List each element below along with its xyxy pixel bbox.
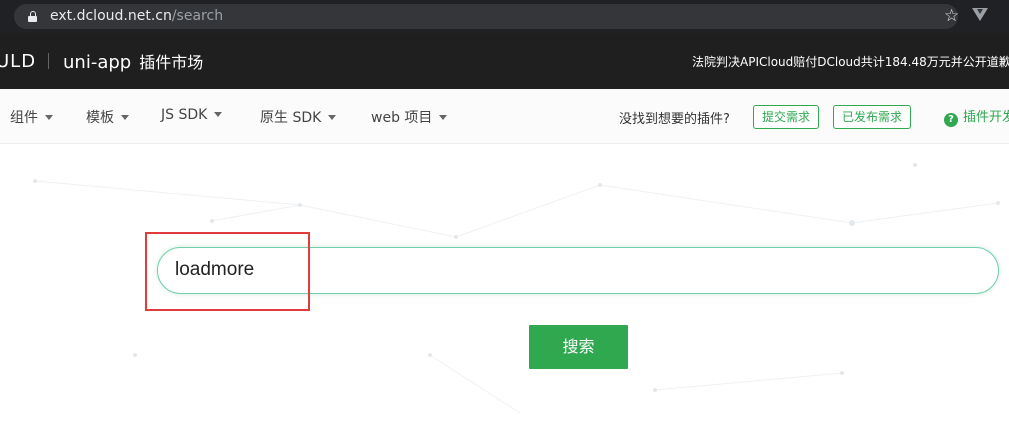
logo-divider	[48, 53, 49, 69]
nav-item-components[interactable]: 组件	[10, 107, 53, 127]
highlight-annotation-box	[145, 232, 310, 311]
bookmark-star-icon[interactable]: ☆	[944, 8, 959, 25]
published-requests-button[interactable]: 已发布需求	[833, 105, 912, 129]
nav-item-native-sdk[interactable]: 原生 SDK	[260, 107, 337, 127]
url-text[interactable]: ext.dcloud.net.cn/search	[50, 8, 223, 25]
browser-toolbar: ext.dcloud.net.cn/search ☆	[0, 0, 1009, 33]
caret-down-icon	[439, 115, 448, 120]
news-ticker[interactable]: 法院判决APICloud赔付DCloud共计184.48万元并公开道歉	[692, 53, 1009, 70]
brand-name: uni-app	[63, 52, 132, 73]
address-bar[interactable]: ext.dcloud.net.cn/search ☆	[14, 4, 959, 29]
caret-down-icon	[214, 112, 223, 117]
site-header: ULD uni-app 插件市场 法院判决APICloud赔付DCloud共计18…	[0, 33, 1009, 89]
brand-subtitle: 插件市场	[139, 53, 204, 72]
main-nav: 组件 模板 JS SDK 原生 SDK web 项目 没找到想要的插件? 提交需…	[0, 89, 1009, 144]
caret-down-icon	[121, 115, 129, 120]
nav-item-web-project[interactable]: web 项目	[371, 107, 448, 127]
nav-item-js-sdk[interactable]: JS SDK	[161, 107, 223, 123]
nav-item-templates[interactable]: 模板	[86, 107, 129, 127]
extension-icon[interactable]	[972, 8, 988, 21]
plugin-dev-link[interactable]: ? 插件开发	[944, 106, 1009, 127]
logo[interactable]: ULD	[0, 51, 36, 72]
lock-icon[interactable]	[28, 11, 37, 22]
caret-down-icon	[328, 115, 337, 120]
site-brand[interactable]: uni-app 插件市场	[63, 49, 203, 73]
search-section: loadmore 搜索	[0, 145, 1009, 429]
caret-down-icon	[45, 115, 53, 120]
search-button[interactable]: 搜索	[529, 325, 628, 369]
request-prompt: 没找到想要的插件?	[619, 112, 730, 127]
question-circle-icon: ?	[944, 113, 958, 127]
submit-request-button[interactable]: 提交需求	[753, 105, 820, 129]
